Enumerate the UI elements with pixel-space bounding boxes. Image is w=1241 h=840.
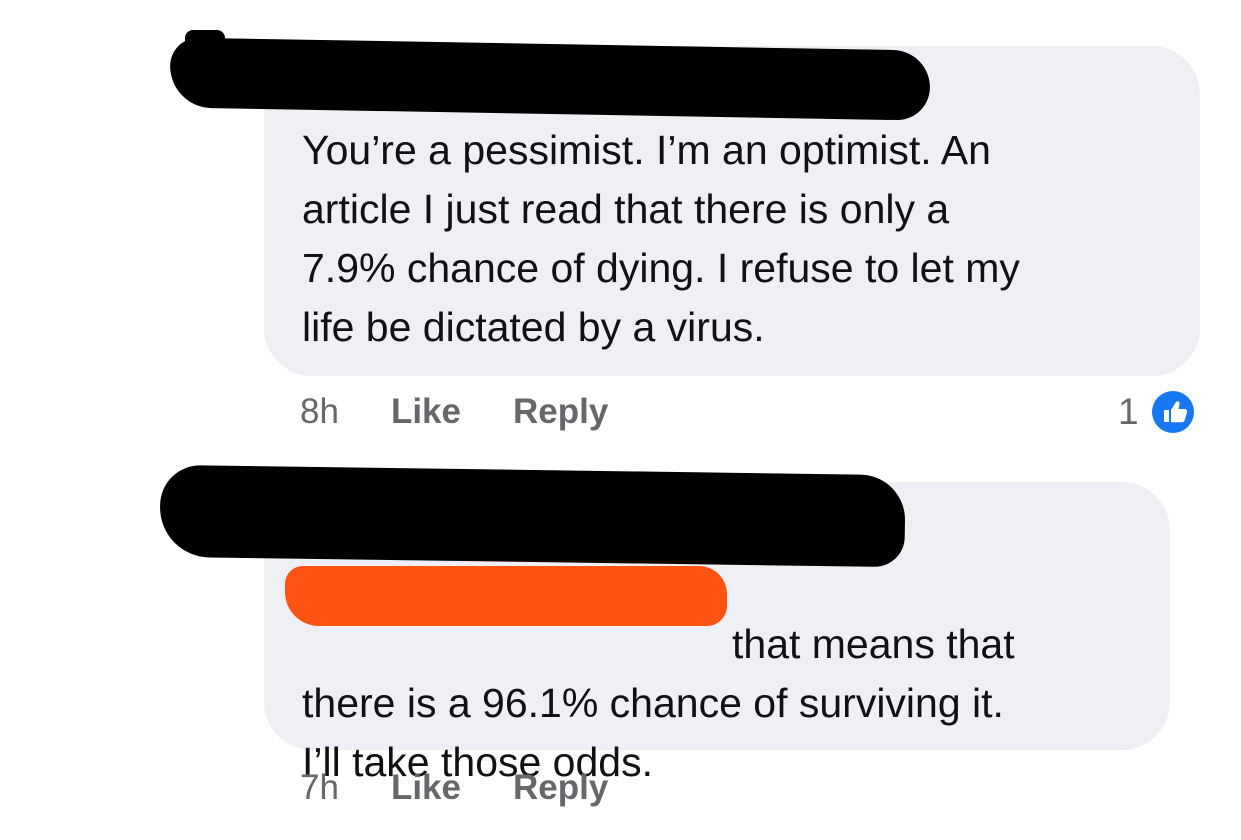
reply-button[interactable]: Reply [513,392,608,432]
redacted-author-name [169,37,931,121]
comment-text-visible: that means that there is a 96.1% chance … [302,621,1015,785]
like-button[interactable]: Like [391,768,461,808]
comment-meta: 7h Like Reply [300,768,660,808]
comment-meta: 8h Like Reply [300,392,660,432]
thumbs-up-icon [1148,388,1197,436]
like-button[interactable]: Like [391,392,461,432]
comment-thread: You’re a pessimist. I’m an optimist. An … [0,0,1241,840]
reaction-count: 1 [1118,391,1139,432]
reaction-summary[interactable]: 1 [1118,388,1197,436]
redacted-author-mark [185,30,225,70]
redacted-mention [285,566,727,626]
reply-button[interactable]: Reply [513,768,608,808]
comment-text: You’re a pessimist. I’m an optimist. An … [302,127,1020,350]
comment-timestamp: 7h [300,768,339,807]
comment-timestamp: 8h [300,392,339,431]
redacted-author-name [159,464,906,568]
